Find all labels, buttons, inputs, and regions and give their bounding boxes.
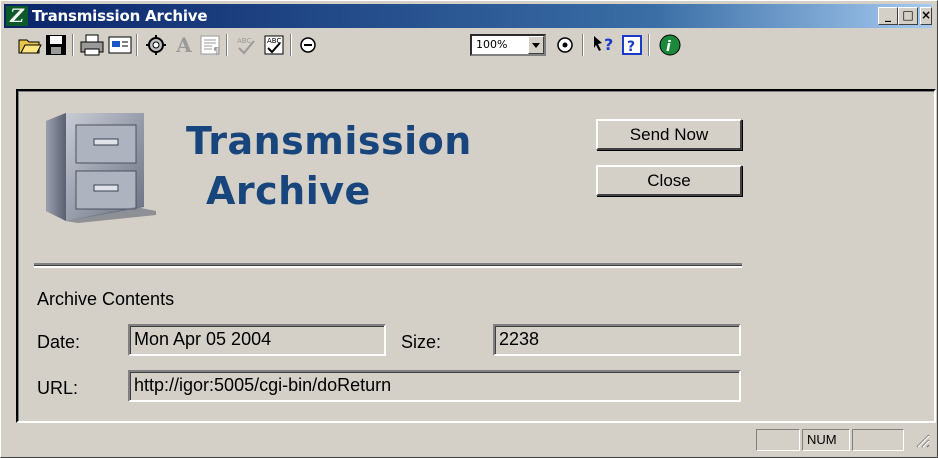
section-label: Archive Contents	[37, 289, 175, 309]
print-icon[interactable]	[78, 32, 106, 58]
zoom-select[interactable]: 100%	[470, 34, 546, 56]
preview-icon[interactable]	[106, 32, 134, 58]
archive-panel: Transmission Archive Send Now Close Arch…	[16, 89, 936, 423]
size-label: Size:	[401, 332, 442, 352]
svg-text:?: ?	[604, 35, 613, 54]
zoom-in-icon[interactable]	[551, 32, 579, 58]
url-label: URL:	[37, 378, 79, 398]
app-logo-icon[interactable]: Z	[6, 6, 28, 26]
spellcheck-icon[interactable]: ABC	[232, 32, 260, 58]
info-icon[interactable]: i	[656, 32, 684, 58]
svg-text:ABC: ABC	[237, 37, 251, 45]
svg-text:?: ?	[627, 39, 635, 55]
date-field[interactable]: Mon Apr 05 2004	[128, 324, 386, 356]
filing-cabinet-icon	[38, 111, 158, 223]
send-now-button[interactable]: Send Now	[596, 119, 742, 150]
toolbar: A ¶ ABC ABC 100% ? ? i	[4, 30, 932, 60]
divider	[34, 263, 742, 268]
date-label: Date:	[37, 332, 81, 352]
status-panel-scroll	[852, 429, 904, 451]
maximize-button[interactable]: □	[898, 7, 918, 25]
app-window: Z Transmission Archive _ □ × A ¶ ABC ABC…	[0, 0, 938, 458]
page-title-line2: Archive	[206, 169, 371, 213]
font-icon[interactable]: A	[170, 32, 198, 58]
resize-grip-icon[interactable]	[914, 432, 930, 448]
close-dialog-button[interactable]: Close	[596, 165, 742, 196]
svg-text:i: i	[666, 39, 671, 55]
url-field[interactable]: http://igor:5005/cgi-bin/doReturn	[128, 370, 741, 402]
svg-text:¶: ¶	[213, 46, 219, 56]
close-button[interactable]: ×	[920, 7, 932, 25]
window-title: Transmission Archive	[32, 7, 208, 25]
size-field[interactable]: 2238	[493, 324, 741, 356]
status-panel-num: NUM	[802, 429, 850, 451]
format-icon[interactable]: ¶	[196, 32, 224, 58]
save-disk-icon[interactable]	[42, 32, 70, 58]
context-help-icon[interactable]: ?	[590, 32, 618, 58]
minimize-button[interactable]: _	[878, 7, 898, 25]
zoom-out-icon[interactable]	[294, 32, 322, 58]
spellcheck-doc-icon[interactable]: ABC	[260, 32, 288, 58]
page-title-line1: Transmission	[186, 119, 472, 163]
status-bar: NUM	[4, 426, 932, 454]
open-folder-icon[interactable]	[16, 32, 44, 58]
title-bar[interactable]: Z Transmission Archive _ □ ×	[4, 4, 932, 28]
settings-icon[interactable]	[142, 32, 170, 58]
status-panel-caps	[756, 429, 800, 451]
zoom-value: 100%	[476, 38, 508, 51]
chevron-down-icon[interactable]	[528, 36, 544, 54]
help-icon[interactable]: ?	[618, 32, 646, 58]
